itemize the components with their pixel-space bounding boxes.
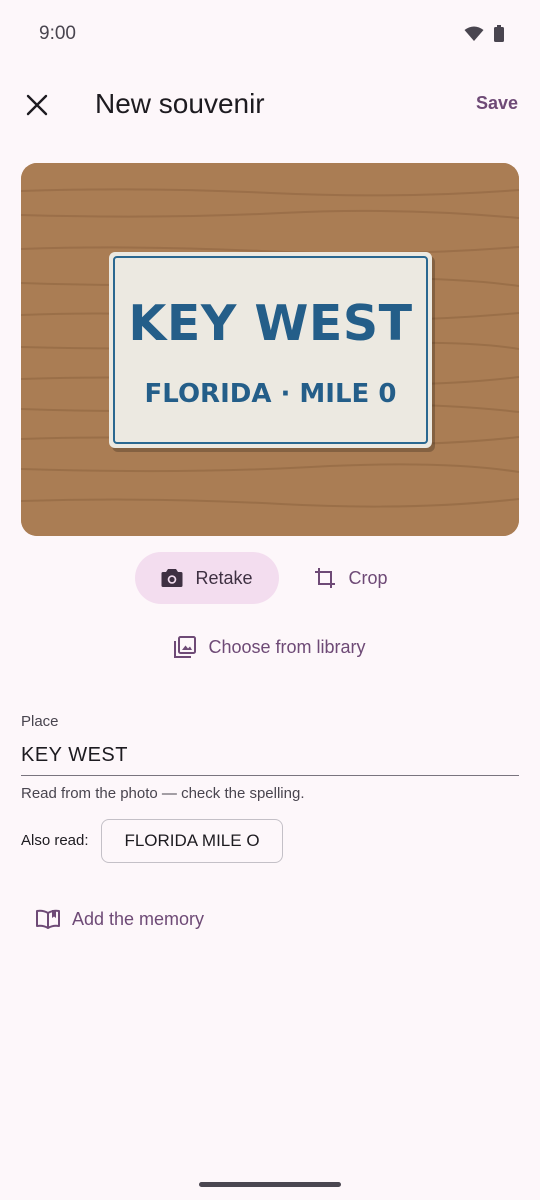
screen: 9:00 New souvenir Save KEY WEST FLORIDA … [0,0,540,1200]
crop-icon [315,568,336,588]
place-input[interactable] [21,736,519,776]
also-read-label: Also read: [21,832,89,849]
souvenir-photo: KEY WEST FLORIDA · MILE 0 [21,163,519,536]
close-icon [26,94,48,116]
suggestion-chip[interactable]: FLORIDA MILE O [101,819,283,863]
plaque-title: KEY WEST [128,295,413,352]
add-memory-button[interactable]: Add the memory [26,894,222,944]
plaque-subtitle: FLORIDA · MILE 0 [144,379,397,409]
close-button[interactable] [14,82,60,128]
page-title: New souvenir [95,88,265,119]
battery-icon [494,25,504,42]
status-time: 9:00 [39,23,76,44]
status-icons [464,25,504,42]
book-icon [36,909,60,929]
home-indicator[interactable] [199,1182,341,1187]
camera-icon [161,569,183,587]
library-label: Choose from library [208,636,366,657]
memory-label: Add the memory [72,908,205,929]
photo-library-icon [174,636,197,658]
retake-label: Retake [195,567,253,588]
place-helper-text: Read from the photo — check the spelling… [21,785,305,802]
retake-button[interactable]: Retake [135,552,279,604]
crop-label: Crop [348,567,388,588]
key-west-plaque: KEY WEST FLORIDA · MILE 0 [109,252,432,448]
wifi-icon [464,26,484,41]
top-app-bar: New souvenir Save [0,68,540,142]
crop-button[interactable]: Crop [296,552,406,604]
place-field-label: Place [21,713,59,730]
status-bar: 9:00 [0,0,540,68]
save-button[interactable]: Save [476,93,518,114]
choose-from-library-button[interactable]: Choose from library [160,622,380,672]
